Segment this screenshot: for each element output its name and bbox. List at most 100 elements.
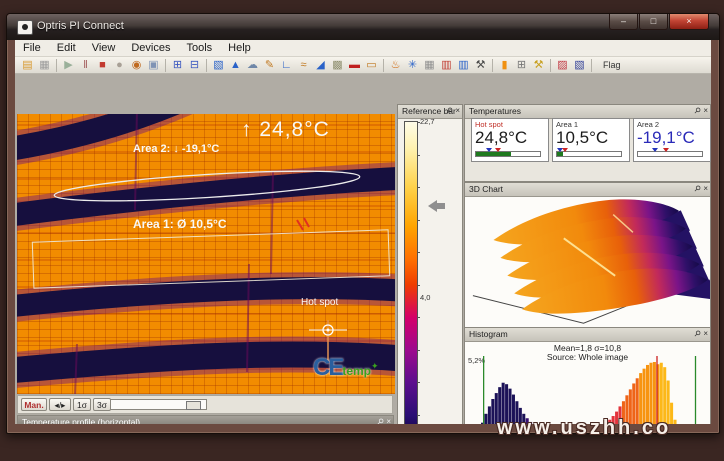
- toolbar-separator: [591, 59, 592, 72]
- profile-panel-header[interactable]: Temperature profile (horizontal) ⚲×: [18, 416, 393, 424]
- temp-marker-icon: [562, 148, 568, 155]
- scale-tick: [417, 350, 420, 351]
- temp-marker-icon: [652, 148, 658, 155]
- grid-icon[interactable]: ▦: [421, 58, 438, 73]
- scale-tick: [417, 415, 420, 416]
- close-button[interactable]: ×: [669, 14, 709, 30]
- open-folder-icon[interactable]: ▤: [19, 58, 36, 73]
- temp-range-bar: [556, 151, 622, 157]
- chart3d-view[interactable]: [465, 197, 710, 327]
- device-report-icon[interactable]: ⊟: [186, 58, 203, 73]
- temp-range-bar: [475, 151, 541, 157]
- line-tool-icon[interactable]: ▬: [346, 58, 363, 73]
- temp-bar-icon[interactable]: ▮: [496, 58, 513, 73]
- temp-box-area-1: Area 110,5°C: [552, 118, 630, 162]
- watermark: www.uszhh.co: [497, 417, 671, 440]
- scale-max-label: 22,7: [420, 117, 435, 126]
- save-icon[interactable]: ▦: [36, 58, 53, 73]
- menu-bar: FileEditViewDevicesToolsHelp: [15, 40, 711, 57]
- toolbar-separator: [56, 59, 57, 72]
- menu-devices[interactable]: Devices: [123, 41, 178, 55]
- window-title: Optris PI Connect: [37, 20, 124, 32]
- chart3d-panel: 3D Chart ⚲×: [464, 182, 711, 327]
- layout-icon[interactable]: ▧: [210, 58, 227, 73]
- histogram-chart: Mean=1,8 σ=10,8 Source: Whole image 5,2%…: [465, 342, 710, 424]
- color-scale-gradient[interactable]: [404, 121, 418, 424]
- record-video-icon[interactable]: ▨: [554, 58, 571, 73]
- cloud-icon[interactable]: ☁: [244, 58, 261, 73]
- profile-panel: Temperature profile (horizontal) ⚲× 3,0-…: [17, 415, 394, 424]
- scale-slider-track[interactable]: [97, 399, 207, 410]
- close-icon[interactable]: ×: [455, 106, 460, 115]
- logo-temp-text: temp: [342, 364, 371, 378]
- matrix-icon[interactable]: ⊞: [513, 58, 530, 73]
- bars-red-icon[interactable]: ▥: [438, 58, 455, 73]
- scale-tick: [417, 285, 420, 286]
- app-window: Optris PI Connect – □ × FileEditViewDevi…: [6, 13, 720, 434]
- bars-blue-icon[interactable]: ▥: [455, 58, 472, 73]
- level-arrow-icon[interactable]: [422, 200, 437, 212]
- tools-icon[interactable]: ⚒: [472, 58, 489, 73]
- range-step-button[interactable]: ◂/▸: [49, 398, 71, 411]
- pin-icon[interactable]: ⚲: [691, 183, 704, 196]
- flag-button[interactable]: Flag: [597, 59, 627, 71]
- menu-edit[interactable]: Edit: [49, 41, 84, 55]
- axes-icon[interactable]: ∟: [278, 58, 295, 73]
- stop-icon[interactable]: ■: [94, 58, 111, 73]
- area2-label: Area 2: ↓ -19,1°C: [133, 143, 219, 155]
- close-icon[interactable]: ×: [386, 417, 391, 424]
- defect-mark: [297, 218, 309, 230]
- close-icon[interactable]: ×: [703, 106, 708, 115]
- area1-label: Area 1: Ø 10,5°C: [133, 217, 227, 231]
- menu-file[interactable]: File: [15, 41, 49, 55]
- range-icon[interactable]: ▭: [363, 58, 380, 73]
- trend-icon[interactable]: ◢: [312, 58, 329, 73]
- one-sigma-button[interactable]: 1σ: [73, 398, 91, 411]
- temperatures-header[interactable]: Temperatures ⚲×: [465, 105, 710, 119]
- pin-icon[interactable]: ⚲: [374, 416, 387, 424]
- menu-view[interactable]: View: [84, 41, 124, 55]
- flame-icon[interactable]: ♨: [387, 58, 404, 73]
- record-icon[interactable]: ●: [111, 58, 128, 73]
- play-icon[interactable]: ▶: [60, 58, 77, 73]
- mesh-icon[interactable]: ▩: [329, 58, 346, 73]
- histogram-header[interactable]: Histogram ⚲×: [465, 328, 710, 342]
- marker-pen-icon[interactable]: ✎: [261, 58, 278, 73]
- snapshot-icon[interactable]: ◉: [128, 58, 145, 73]
- menu-help[interactable]: Help: [220, 41, 259, 55]
- thermal-image-view[interactable]: Area 2: ↓ -19,1°C ↑ 24,8°C Area 1: Ø 10,…: [17, 114, 395, 394]
- toolbar-separator: [165, 59, 166, 72]
- scale-tick: [417, 317, 420, 318]
- spline-icon[interactable]: ≈: [295, 58, 312, 73]
- play-video-icon[interactable]: ▧: [571, 58, 588, 73]
- snowflake-icon[interactable]: ✳: [404, 58, 421, 73]
- area-chart-icon[interactable]: ▲: [227, 58, 244, 73]
- device-table-icon[interactable]: ⊞: [169, 58, 186, 73]
- temp-marker-icon: [486, 148, 492, 155]
- pause-icon[interactable]: ‖: [77, 58, 94, 73]
- scale-slider-thumb[interactable]: [186, 401, 201, 410]
- title-bar[interactable]: Optris PI Connect – □ ×: [7, 14, 719, 40]
- temp-range-bar: [637, 151, 703, 157]
- menu-tools[interactable]: Tools: [178, 41, 220, 55]
- toolbar-separator: [550, 59, 551, 72]
- calibrate-icon[interactable]: ⚒: [530, 58, 547, 73]
- chart3d-header[interactable]: 3D Chart ⚲×: [465, 183, 710, 197]
- pin-icon[interactable]: ⚲: [691, 105, 704, 118]
- close-icon[interactable]: ×: [703, 329, 708, 338]
- copy-icon[interactable]: ▣: [145, 58, 162, 73]
- close-icon[interactable]: ×: [703, 184, 708, 193]
- three-sigma-button[interactable]: 3σ: [93, 398, 111, 411]
- temp-box-area-2: Area 2-19,1°C: [633, 118, 711, 162]
- app-icon: [17, 20, 33, 35]
- scale-tick: [417, 155, 420, 156]
- toolbar-separator: [206, 59, 207, 72]
- scale-tick: [417, 187, 420, 188]
- scale-tick: [417, 382, 420, 383]
- pin-icon[interactable]: ⚲: [691, 328, 704, 341]
- hotspot-label: Hot spot: [301, 297, 338, 308]
- minimize-button[interactable]: –: [609, 14, 638, 30]
- maximize-button[interactable]: □: [639, 14, 668, 30]
- temp-marker-icon: [495, 148, 501, 155]
- manual-scale-button[interactable]: Man.: [21, 398, 47, 411]
